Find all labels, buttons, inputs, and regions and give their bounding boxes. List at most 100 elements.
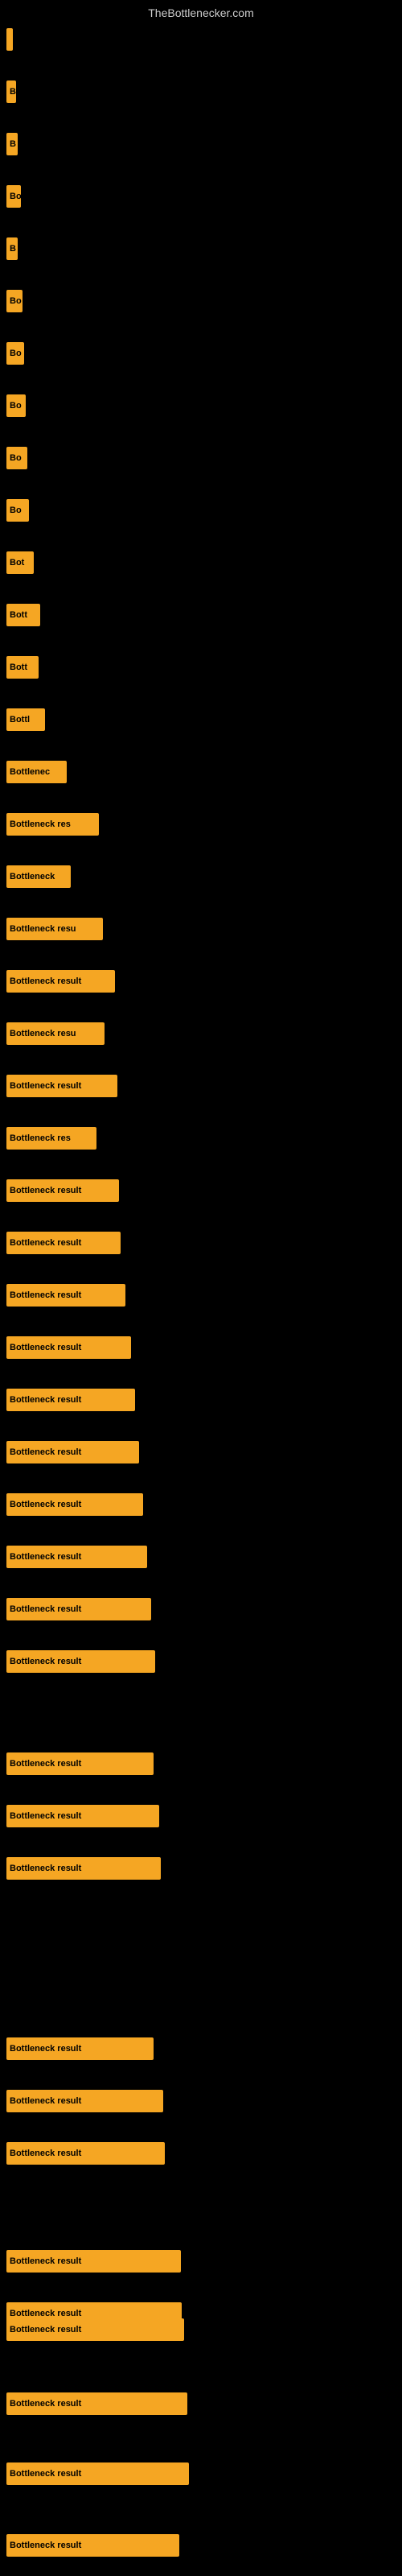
bar-label: Bottleneck result xyxy=(10,2325,81,2334)
bar-label: Bottleneck result xyxy=(10,2149,81,2158)
bar-label: Bottleneck resu xyxy=(10,924,76,934)
bar: Bott xyxy=(6,656,39,679)
bar: Bo xyxy=(6,342,24,365)
bar: Bottleneck result xyxy=(6,1546,147,1568)
bar-row: Bottleneck result xyxy=(6,2250,181,2273)
bar-row: Bottleneck result xyxy=(6,1441,139,1463)
bar-row: Bottleneck result xyxy=(6,2090,163,2112)
bar-row: Bo xyxy=(6,290,23,312)
bar: Bottleneck result xyxy=(6,2392,187,2415)
bar-label: Bottleneck result xyxy=(10,2469,81,2479)
bar-label: Bottleneck result xyxy=(10,2096,81,2106)
bar: Bottleneck result xyxy=(6,1232,121,1254)
bar-label: Bottleneck result xyxy=(10,2044,81,2054)
bar: Bottleneck result xyxy=(6,2318,184,2341)
bar: Bottleneck result xyxy=(6,2090,163,2112)
bar-row: Bott xyxy=(6,604,40,626)
bar-row: Bottleneck result xyxy=(6,1752,154,1775)
bar-row: Bottleneck res xyxy=(6,1127,96,1150)
bar-label: Bottleneck result xyxy=(10,1604,81,1614)
bar-label: Bott xyxy=(10,610,27,620)
bar: Bottleneck result xyxy=(6,1336,131,1359)
bar-label: Bo xyxy=(10,349,22,358)
bar: Bottleneck result xyxy=(6,1075,117,1097)
bar-label: Bo xyxy=(10,453,22,463)
bar-row: Bottleneck result xyxy=(6,2534,179,2557)
bar-label: Bottleneck result xyxy=(10,1238,81,1248)
bar: Bottleneck result xyxy=(6,1598,151,1620)
bar-label: Bottlenec xyxy=(10,767,50,777)
bar-label: Bottleneck result xyxy=(10,2256,81,2266)
bar: Bottleneck res xyxy=(6,1127,96,1150)
bar: Bottleneck resu xyxy=(6,1022,105,1045)
bar: Bottleneck result xyxy=(6,1493,143,1516)
bars-container: B B Bo B Bo Bo Bo Bo Bo Bot Bott Bott Bottl Bottlenec… xyxy=(0,24,402,2576)
bar-label: Bottleneck result xyxy=(10,1552,81,1562)
bar-row: Bottleneck result xyxy=(6,1598,151,1620)
bar: Bo xyxy=(6,185,21,208)
bar: Bottleneck result xyxy=(6,2250,181,2273)
bar-label: Bottleneck xyxy=(10,872,55,881)
bar: Bottl xyxy=(6,708,45,731)
bar-label: Bo xyxy=(10,296,22,306)
bar: Bottlenec xyxy=(6,761,67,783)
bar xyxy=(6,28,13,51)
bar-row: Bottleneck result xyxy=(6,1336,131,1359)
bar-label: Bottleneck resu xyxy=(10,1029,76,1038)
bar-row: Bo xyxy=(6,185,21,208)
bar-label: Bottleneck result xyxy=(10,1500,81,1509)
bar-row: Bottleneck result xyxy=(6,1805,159,1827)
bar-label: Bo xyxy=(10,401,22,411)
bar-row: Bo xyxy=(6,394,26,417)
bar-label: Bottleneck result xyxy=(10,2541,81,2550)
bar-row: B xyxy=(6,80,16,103)
bar-label: Bottleneck result xyxy=(10,1657,81,1666)
bar: Bottleneck result xyxy=(6,1179,119,1202)
bar-label: Bottleneck result xyxy=(10,1186,81,1195)
bar: B xyxy=(6,237,18,260)
bar: Bottleneck result xyxy=(6,2142,165,2165)
bar-label: B xyxy=(10,139,16,149)
bar: Bottleneck result xyxy=(6,2037,154,2060)
bar: B xyxy=(6,80,16,103)
bar-label: Bot xyxy=(10,558,24,568)
bar: Bottleneck xyxy=(6,865,71,888)
bar-row: Bottleneck resu xyxy=(6,1022,105,1045)
bar-row: Bottleneck result xyxy=(6,1179,119,1202)
bar-label: Bo xyxy=(10,192,21,201)
bar-row: Bo xyxy=(6,499,29,522)
bar-label: Bottleneck result xyxy=(10,976,81,986)
bar-row: Bottl xyxy=(6,708,45,731)
bar-row: Bottleneck result xyxy=(6,1857,161,1880)
bar-row: Bottleneck result xyxy=(6,2462,189,2485)
bar-row: Bottleneck result xyxy=(6,1232,121,1254)
bar-row: Bottleneck res xyxy=(6,813,99,836)
bar-label: Bottleneck result xyxy=(10,2309,81,2318)
bar-label: Bottleneck result xyxy=(10,1447,81,1457)
bar: Bottleneck result xyxy=(6,1857,161,1880)
bar: Bo xyxy=(6,499,29,522)
bar-label: Bottleneck res xyxy=(10,1133,71,1143)
bar-label: B xyxy=(10,244,16,254)
bar-row: Bottleneck resu xyxy=(6,918,103,940)
bar: Bottleneck result xyxy=(6,970,115,993)
bar: Bott xyxy=(6,604,40,626)
bar-label: Bottleneck result xyxy=(10,1081,81,1091)
bar: Bottleneck result xyxy=(6,1752,154,1775)
bar: Bottleneck result xyxy=(6,1284,125,1307)
bar-label: Bo xyxy=(10,506,22,515)
bar-label: Bottleneck result xyxy=(10,2399,81,2409)
bar-label: Bottleneck result xyxy=(10,1395,81,1405)
bar-label: Bott xyxy=(10,663,27,672)
bar: Bottleneck result xyxy=(6,1805,159,1827)
bar-row: Bottleneck result xyxy=(6,1546,147,1568)
bar-row xyxy=(6,28,13,51)
bar: Bo xyxy=(6,447,27,469)
bar-label: Bottleneck result xyxy=(10,1290,81,1300)
bar-row: Bottleneck result xyxy=(6,1284,125,1307)
bar-row: Bottleneck result xyxy=(6,970,115,993)
bar: Bottleneck result xyxy=(6,1650,155,1673)
bar: B xyxy=(6,133,18,155)
bar-row: Bottleneck xyxy=(6,865,71,888)
bar-row: B xyxy=(6,133,18,155)
